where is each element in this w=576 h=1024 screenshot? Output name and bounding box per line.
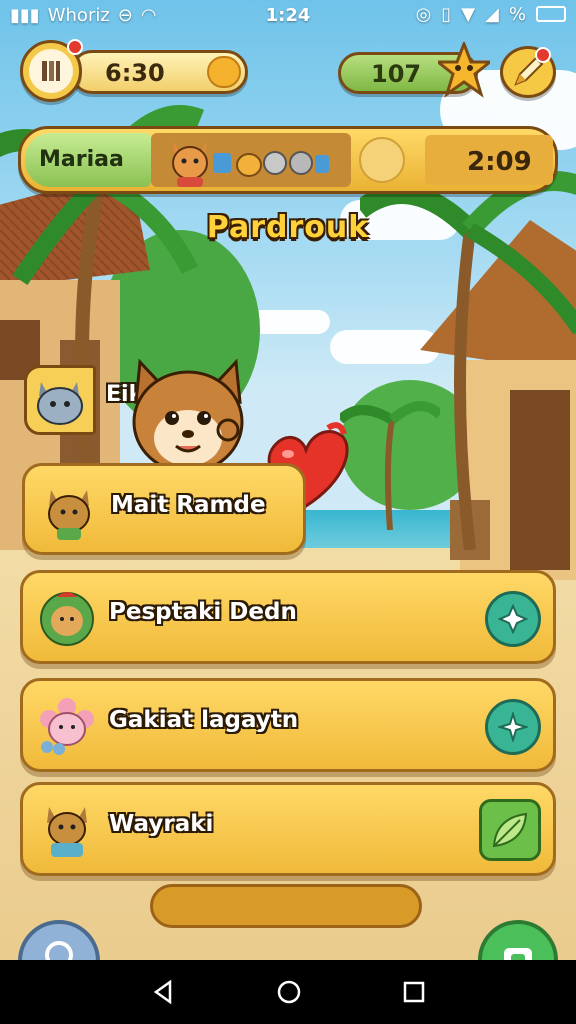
grey-cat-icon [37,382,83,425]
menu-item-label: Pesptaki Dedn [109,599,297,625]
progress-bar [150,884,422,928]
star-icon[interactable] [438,42,490,98]
plus-action-button[interactable] [485,699,541,755]
coin-slot [359,137,405,183]
edit-button[interactable] [500,46,556,98]
home-icon[interactable] [276,979,302,1005]
player-bar: Mariaa 2:09 [18,126,558,194]
timer-knob [207,56,241,88]
battery-icon [536,6,566,22]
menu-item-wayraki[interactable]: Wayraki [20,782,556,876]
menu-item-label: Mait Ramde [111,492,266,518]
sparkle-icon [498,604,528,634]
cat-character-icon [47,807,87,857]
vibrate-icon: ▯ [441,4,452,25]
player-items [151,133,351,187]
plus-sparkle-icon [498,712,528,742]
player-name-box: Mariaa [25,133,151,187]
battery-percent: % [508,4,526,25]
wifi-full-icon: ▼ [461,4,476,25]
item-icons [213,151,329,177]
player-name: Mariaa [39,147,124,172]
menu-item-mait-ramde[interactable]: Mait Ramde [22,463,306,555]
timer-pill: 6:30 [70,50,248,94]
menu-item-pesptaki-dedn[interactable]: Pesptaki Dedn [20,570,556,664]
alarm-icon: ◎ [415,4,432,25]
status-bar: ▮▮▮ Whoriz ⊖ ◠ 1:24 ◎ ▯ ▼ ◢ % [0,0,576,30]
cat-avatar-icon [172,141,208,187]
cloud [250,310,330,334]
menu-item-label: Gakiat lagaytn [109,707,299,733]
menu-item-label: Wayraki [109,811,214,837]
plant-character-icon [40,592,94,646]
player-time-box: 2:09 [425,135,553,185]
pink-flower-character-icon [40,698,94,755]
cell-signal-icon: ◢ [485,4,499,25]
cat-badge[interactable] [24,365,96,435]
small-palm [340,401,440,530]
sparkle-action-button[interactable] [485,591,541,647]
timer-value: 6:30 [105,59,165,87]
recents-icon[interactable] [402,980,426,1004]
menu-item-gakiat-lagaytn[interactable]: Gakiat lagaytn [20,678,556,772]
game-title: Pardrouk [206,210,370,245]
back-icon[interactable] [150,979,176,1005]
notification-badge [535,47,551,63]
player-time: 2:09 [467,147,532,177]
menu-icon [29,49,73,93]
leaf-icon [492,812,528,848]
menu-button[interactable] [20,39,83,102]
notification-badge [67,39,83,55]
navigation-bar [0,960,576,1024]
cat-character-icon [48,490,90,540]
coins-value: 107 [371,60,422,88]
leaf-action-button[interactable] [479,799,541,861]
